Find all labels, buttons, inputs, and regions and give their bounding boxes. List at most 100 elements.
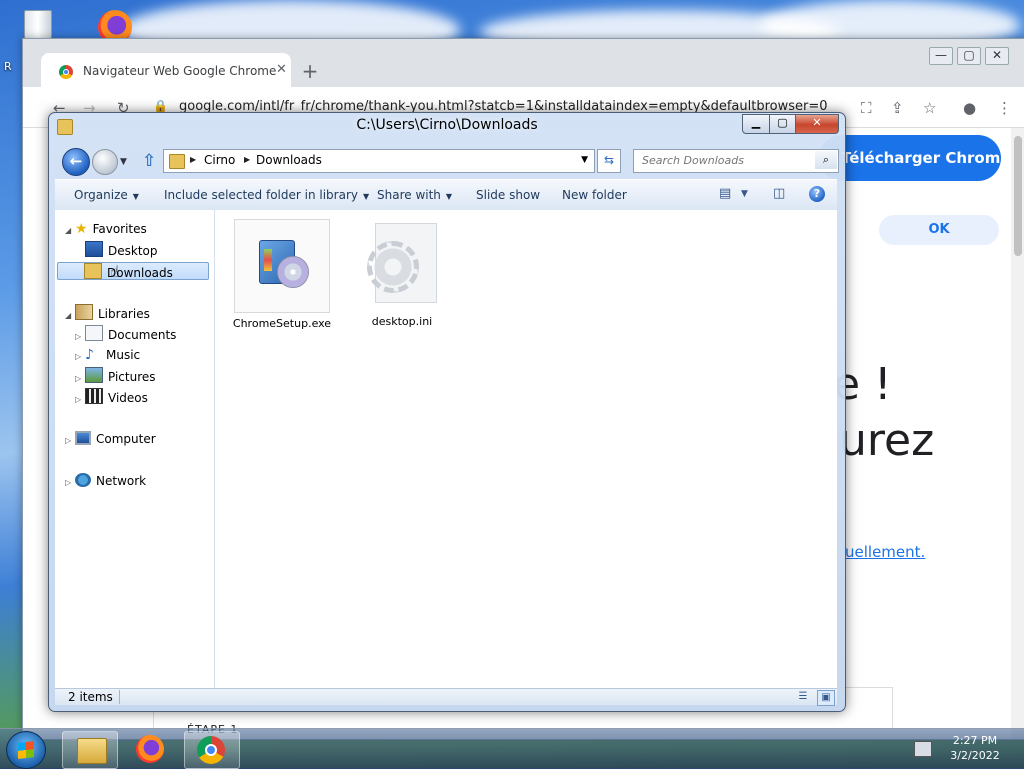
nav-desktop[interactable]: Desktop (85, 241, 158, 259)
nav-computer[interactable]: ▷ Computer (65, 430, 156, 448)
breadcrumb-downloads[interactable]: Downloads (256, 153, 322, 167)
explorer-window: C:\Users\Cirno\Downloads ▁ ▢ ✕ ← ▼ ⇧ ▶ C… (48, 112, 846, 712)
chrome-maximize-button[interactable]: ▢ (957, 47, 981, 65)
help-icon[interactable]: ? (809, 186, 825, 202)
share-with-button[interactable]: Share with ▼ (377, 188, 452, 202)
nav-downloads[interactable]: Downloads (57, 262, 209, 280)
expand-arrow-icon[interactable]: ▷ (75, 370, 85, 388)
preview-pane-icon[interactable]: ◫ (773, 186, 785, 201)
nav-computer-label: Computer (96, 432, 156, 446)
breadcrumb-separator-icon[interactable]: ▶ (244, 155, 250, 164)
nav-network[interactable]: ▷ Network (65, 472, 146, 490)
file-item[interactable]: desktop.ini (352, 219, 452, 328)
new-tab-button[interactable]: + (297, 61, 323, 87)
chrome-tab[interactable]: Navigateur Web Google Chrome ✕ (41, 53, 291, 87)
start-button[interactable] (6, 731, 46, 769)
nav-documents-label: Documents (108, 328, 177, 342)
firefox-icon (136, 735, 164, 763)
expand-arrow-icon[interactable]: ▷ (75, 391, 85, 409)
window-title: C:\Users\Cirno\Downloads (356, 117, 538, 133)
videos-icon (85, 388, 103, 404)
slide-show-button[interactable]: Slide show (476, 188, 540, 202)
music-icon: ♪ (85, 347, 94, 363)
installer-icon (234, 219, 330, 313)
star-icon: ★ (75, 221, 88, 237)
minimize-button[interactable]: ▁ (742, 114, 770, 134)
scrollbar-thumb[interactable] (1014, 136, 1022, 256)
collapse-arrow-icon[interactable]: ◢ (65, 222, 75, 240)
details-view-icon[interactable]: ☰ (795, 690, 811, 704)
recent-pages-chevron-down-icon[interactable]: ▼ (120, 157, 127, 167)
taskbar-explorer-button[interactable] (62, 731, 118, 769)
organize-label: Organize (74, 188, 128, 202)
ok-button[interactable]: OK (879, 215, 999, 245)
search-icon[interactable]: ⌕ (815, 151, 837, 169)
up-arrow-icon[interactable]: ⇧ (142, 151, 156, 171)
item-count: 2 items (68, 690, 113, 704)
maximize-button[interactable]: ▢ (769, 114, 796, 134)
nav-favorites[interactable]: ◢ ★ Favorites (65, 220, 147, 238)
chrome-minimize-button[interactable]: — (929, 47, 953, 65)
chrome-icon (197, 736, 225, 764)
file-name: desktop.ini (371, 315, 433, 328)
clock-time: 2:27 PM (952, 734, 998, 747)
nav-libraries[interactable]: ◢ Libraries (65, 304, 150, 322)
chevron-down-icon: ▼ (132, 192, 139, 201)
taskbar-chrome-button[interactable] (184, 731, 240, 769)
status-bar: 2 items ☰ ▣ (55, 688, 837, 706)
lock-icon[interactable]: 🔒 (153, 99, 168, 113)
refresh-button[interactable]: ⇆ (597, 149, 621, 173)
nav-desktop-label: Desktop (108, 244, 158, 258)
large-icons-view-icon[interactable]: ▣ (817, 690, 835, 706)
expand-arrow-icon[interactable]: ▷ (65, 474, 75, 492)
network-icon (75, 473, 91, 487)
new-folder-button[interactable]: New folder (562, 188, 627, 202)
expand-arrow-icon[interactable]: ▷ (75, 328, 85, 346)
downloads-folder-icon (84, 263, 102, 279)
breadcrumb-cirno[interactable]: Cirno (204, 153, 235, 167)
chrome-titlebar: Navigateur Web Google Chrome ✕ + — ▢ ✕ (23, 39, 1024, 87)
back-button[interactable]: ← (62, 148, 90, 176)
profile-icon[interactable]: ● (963, 99, 976, 117)
recycle-bin-icon[interactable] (18, 6, 58, 42)
nav-pictures[interactable]: ▷ Pictures (75, 367, 156, 385)
chrome-close-button[interactable]: ✕ (985, 47, 1009, 65)
nav-videos[interactable]: ▷ Videos (75, 388, 148, 406)
expand-arrow-icon[interactable]: ▷ (75, 348, 85, 366)
chevron-down-icon: ▼ (445, 192, 453, 201)
breadcrumb-separator-icon[interactable]: ▶ (190, 155, 196, 164)
chrome-tab-title: Navigateur Web Google Chrome (83, 64, 277, 78)
address-bar[interactable]: ▶ Cirno ▶ Downloads ▼ (163, 149, 595, 173)
search-input[interactable] (640, 153, 804, 168)
view-chevron-down-icon[interactable]: ▼ (741, 189, 748, 199)
network-tray-icon[interactable] (914, 741, 932, 757)
organize-button[interactable]: Organize ▼ (74, 188, 139, 202)
collapse-arrow-icon[interactable]: ◢ (65, 307, 75, 325)
share-icon[interactable]: ⇪ (891, 99, 904, 117)
file-list: ChromeSetup.exe desktop.ini (215, 210, 837, 688)
folder-icon (169, 154, 185, 169)
chrome-scrollbar[interactable] (1011, 128, 1024, 739)
include-in-library-button[interactable]: Include selected folder in library ▼ (164, 188, 369, 202)
taskbar-firefox-button[interactable] (124, 731, 178, 767)
bookmark-star-icon[interactable]: ☆ (923, 99, 936, 117)
translate-icon[interactable]: ⛶ (861, 99, 872, 117)
expand-arrow-icon[interactable]: ▷ (65, 432, 75, 450)
file-item[interactable]: ChromeSetup.exe (232, 219, 332, 330)
documents-icon (85, 325, 103, 341)
search-box[interactable]: ⌕ (633, 149, 839, 173)
nav-music[interactable]: ▷ ♪ Music (75, 346, 140, 364)
address-dropdown-chevron-down-icon[interactable]: ▼ (581, 155, 588, 165)
manual-download-link[interactable]: uellement. (845, 543, 925, 561)
tab-close-icon[interactable]: ✕ (276, 62, 287, 77)
close-button[interactable]: ✕ (795, 114, 839, 134)
download-chrome-button[interactable]: Télécharger Chrome (819, 135, 1001, 181)
chrome-menu-icon[interactable]: ⋮ (997, 99, 1012, 117)
nav-favorites-label: Favorites (92, 222, 147, 236)
computer-icon (75, 431, 91, 445)
change-view-icon[interactable]: ▤ (719, 186, 731, 201)
status-divider (119, 690, 120, 704)
nav-documents[interactable]: ▷ Documents (75, 325, 176, 343)
forward-button[interactable] (92, 149, 118, 175)
clock[interactable]: 2:27 PM 3/2/2022 (940, 733, 1010, 763)
